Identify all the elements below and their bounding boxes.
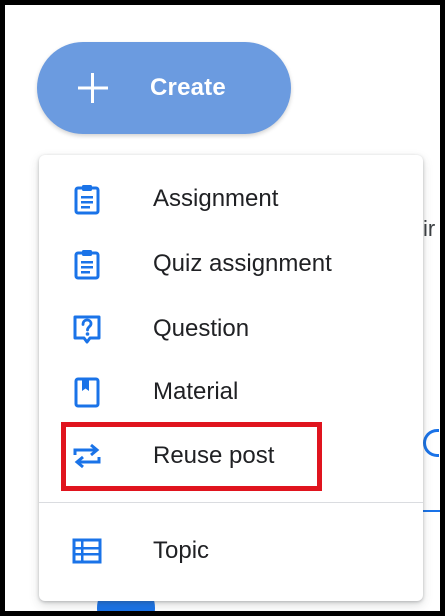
menu-item-topic[interactable]: Topic <box>39 521 423 581</box>
menu-item-label: Quiz assignment <box>153 250 332 277</box>
topic-icon <box>72 538 102 564</box>
menu-item-label: Assignment <box>153 185 279 212</box>
create-menu: Assignment Quiz assignment Question Mate… <box>39 155 423 601</box>
screenshot-frame: ir Create Assignment Quiz assignment Que… <box>0 0 445 616</box>
reuse-post-icon <box>73 443 101 469</box>
menu-item-label: Topic <box>153 537 210 564</box>
menu-item-label: Material <box>153 378 239 405</box>
menu-item-assignment[interactable]: Assignment <box>39 169 423 229</box>
plus-icon <box>78 73 108 103</box>
menu-item-reuse-post[interactable]: Reuse post <box>39 426 423 486</box>
menu-divider <box>39 502 423 503</box>
assignment-icon <box>74 185 100 215</box>
menu-item-label: Question <box>153 315 250 342</box>
background-icon-fragment <box>423 429 439 457</box>
menu-item-quiz-assignment[interactable]: Quiz assignment <box>39 234 423 294</box>
quiz-assignment-icon <box>74 250 100 280</box>
background-divider <box>423 510 440 512</box>
question-icon <box>73 315 101 344</box>
material-icon <box>74 377 100 408</box>
background-text-fragment: ir <box>423 216 436 241</box>
menu-item-label: Reuse post <box>153 442 275 469</box>
menu-item-question[interactable]: Question <box>39 299 423 359</box>
menu-item-material[interactable]: Material <box>39 362 423 422</box>
create-button[interactable]: Create <box>37 42 291 134</box>
create-button-label: Create <box>150 74 226 101</box>
